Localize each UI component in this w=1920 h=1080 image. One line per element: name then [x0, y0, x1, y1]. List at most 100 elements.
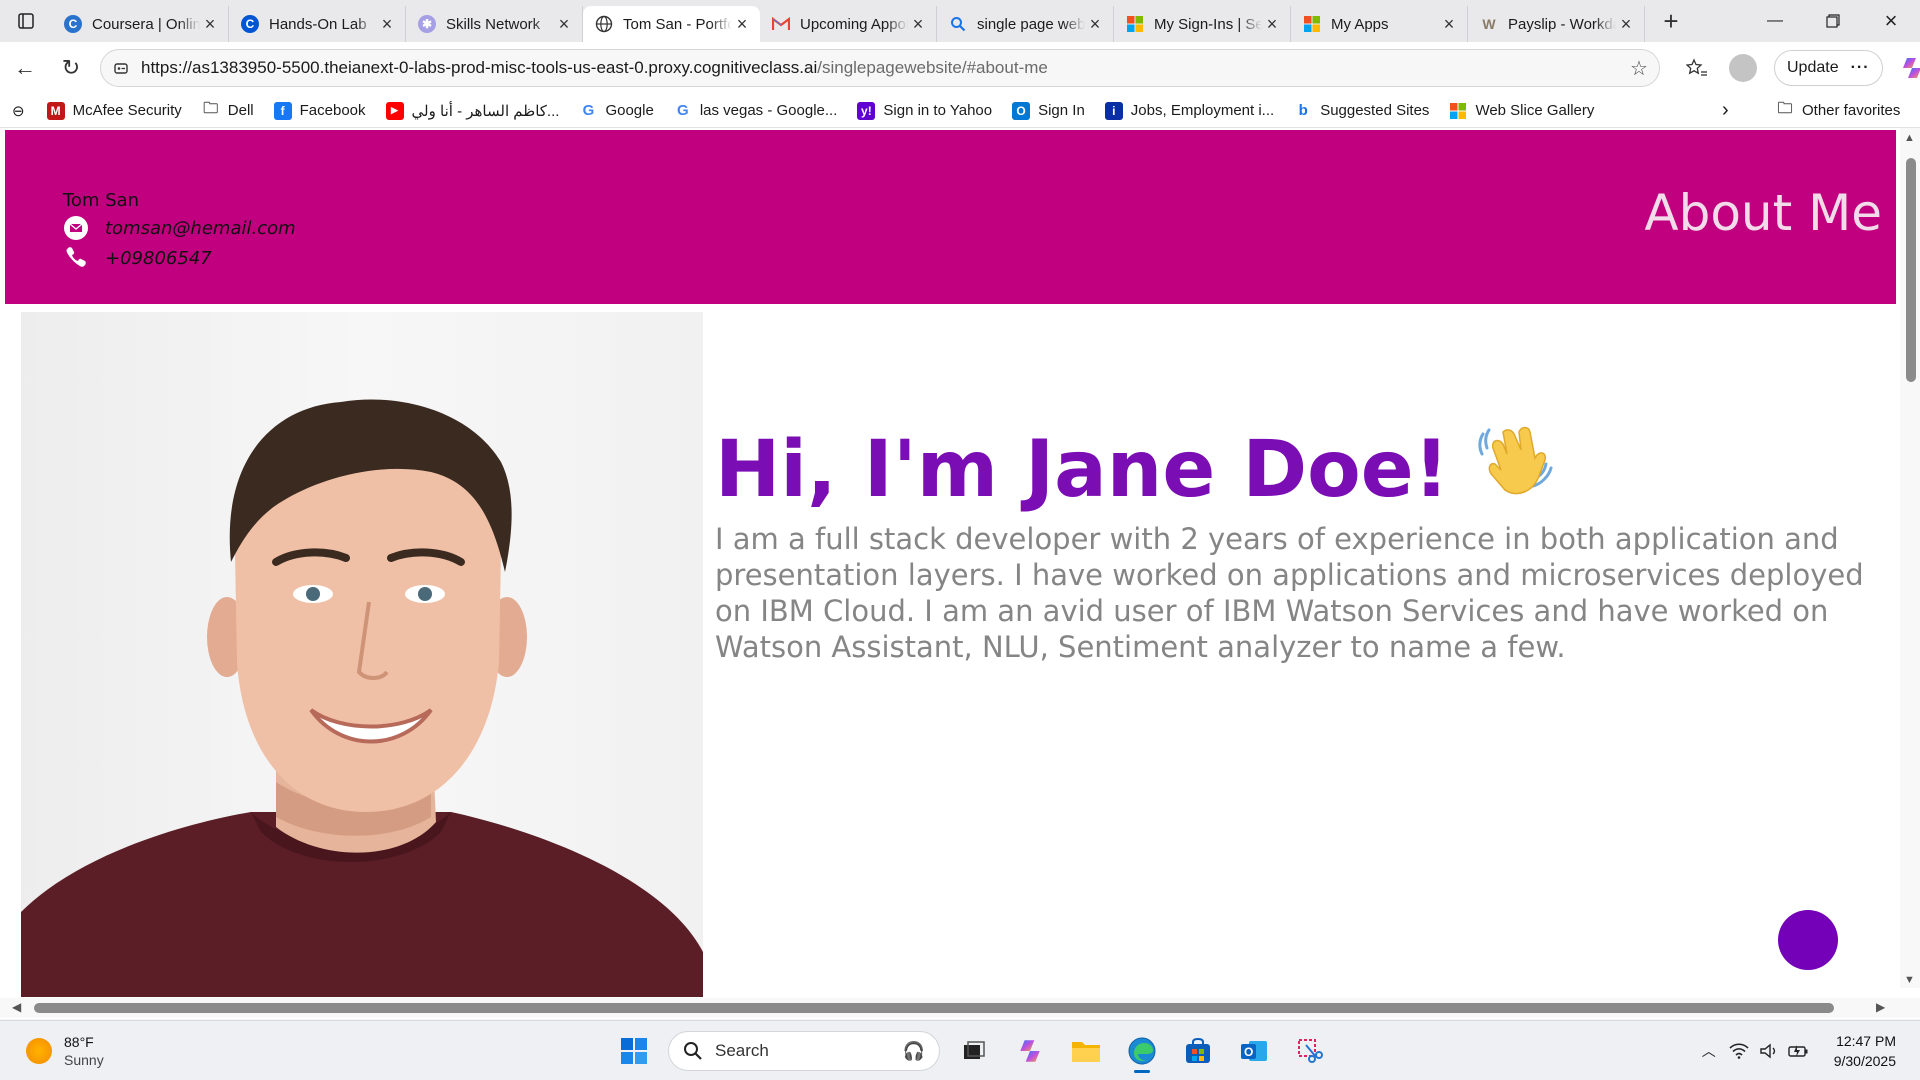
close-icon[interactable]: ×: [554, 14, 574, 34]
copilot-button[interactable]: [1889, 48, 1920, 88]
battery-icon[interactable]: [1784, 1043, 1814, 1059]
scroll-right-icon[interactable]: ▶: [1876, 1000, 1885, 1014]
snipping-tool-button[interactable]: [1286, 1029, 1334, 1073]
site-info-icon[interactable]: [101, 60, 141, 76]
header-phone-link[interactable]: +09806547: [105, 248, 212, 269]
tab-payslip-workday[interactable]: W Payslip - Workday ×: [1468, 6, 1645, 42]
back-arrow-icon: ←: [14, 55, 36, 80]
favorite-mcafee[interactable]: M McAfee Security: [37, 96, 192, 126]
collections-button[interactable]: ⊖: [0, 96, 37, 126]
youtube-icon: ▶: [385, 101, 404, 120]
favorite-label: كاظم الساهر - أنا ولي...: [411, 102, 560, 120]
horizontal-scroll-thumb[interactable]: [34, 1003, 1834, 1013]
favorite-yahoo[interactable]: y! Sign in to Yahoo: [847, 96, 1002, 126]
floating-action-button[interactable]: [1778, 910, 1838, 970]
refresh-button[interactable]: ↻: [48, 48, 94, 88]
clock-time: 12:47 PM: [1836, 1033, 1896, 1049]
url-text: https://as1383950-5500.theianext-0-labs-…: [141, 58, 1619, 78]
google-icon: G: [582, 102, 595, 119]
favorites-overflow-button[interactable]: ›: [1712, 96, 1739, 126]
tab-actions-button[interactable]: [0, 0, 52, 42]
close-icon[interactable]: ×: [1616, 14, 1636, 34]
url-bar[interactable]: https://as1383950-5500.theianext-0-labs-…: [100, 49, 1660, 87]
profile-button[interactable]: [1720, 48, 1766, 88]
close-icon[interactable]: ×: [908, 14, 928, 34]
tab-skills-network[interactable]: ✱ Skills Network ×: [406, 6, 583, 42]
close-icon[interactable]: ×: [377, 14, 397, 34]
scroll-up-icon[interactable]: ▲: [1904, 132, 1915, 144]
tab-my-sign-ins[interactable]: My Sign-Ins | Security ×: [1114, 6, 1291, 42]
windows-taskbar: 88°F Sunny Search 🎧 O ︿ 12:47 PM 9/30/20…: [0, 1020, 1920, 1080]
tab-tom-san-portfolio[interactable]: Tom San - Portfolio ×: [583, 6, 760, 42]
taskbar-apps: Search 🎧 O: [606, 1029, 1338, 1073]
edge-button[interactable]: [1118, 1029, 1166, 1073]
tab-my-apps[interactable]: My Apps ×: [1291, 6, 1468, 42]
favorite-google[interactable]: G Google: [569, 96, 663, 126]
tab-upcoming-appointments[interactable]: Upcoming Appointments ×: [760, 6, 937, 42]
refresh-icon: ↻: [61, 55, 81, 80]
wifi-icon[interactable]: [1724, 1043, 1754, 1059]
restore-button[interactable]: [1804, 0, 1862, 42]
favorite-suggested-sites[interactable]: b Suggested Sites: [1284, 96, 1439, 126]
scroll-left-icon[interactable]: ◀: [12, 1000, 21, 1014]
microsoft-icon: [1126, 15, 1144, 33]
favorites-button[interactable]: [1674, 48, 1720, 88]
search-icon: [684, 1042, 702, 1060]
tab-single-page-website[interactable]: single page website ×: [937, 6, 1114, 42]
favorite-youtube[interactable]: ▶ كاظم الساهر - أنا ولي...: [376, 96, 570, 126]
tab-label: Tom San - Portfolio: [623, 15, 732, 33]
bing-icon: b: [1298, 102, 1308, 119]
favorite-jobs[interactable]: i Jobs, Employment i...: [1095, 96, 1284, 126]
horizontal-scrollbar[interactable]: ◀ ▶: [0, 998, 1920, 1018]
update-button[interactable]: Update ···: [1774, 50, 1883, 86]
favorite-dell[interactable]: 🗀 Dell: [192, 96, 264, 126]
volume-icon[interactable]: [1754, 1043, 1784, 1059]
back-button[interactable]: ←: [2, 48, 48, 88]
favorite-facebook[interactable]: f Facebook: [264, 96, 376, 126]
favorite-star-icon[interactable]: ☆: [1619, 56, 1659, 81]
tab-label: Coursera | Online Courses: [92, 15, 200, 33]
browser-tab-bar: C Coursera | Online Courses × C Hands-On…: [0, 0, 1920, 42]
new-tab-button[interactable]: +: [1651, 3, 1691, 39]
restore-icon: [1826, 14, 1840, 28]
email-icon: [63, 214, 93, 242]
favorite-las-vegas[interactable]: Glas vegas - Google...: [664, 96, 848, 126]
header-email-link[interactable]: tomsan@hemail.com: [105, 218, 296, 239]
other-favorites[interactable]: 🗀 Other favorites: [1766, 96, 1910, 126]
file-explorer-button[interactable]: [1062, 1029, 1110, 1073]
minimize-button[interactable]: —: [1746, 0, 1804, 42]
vertical-scroll-thumb[interactable]: [1906, 158, 1916, 382]
section-title: About Me: [1644, 184, 1882, 242]
outlook-button[interactable]: O: [1230, 1029, 1278, 1073]
weather-condition: Sunny: [64, 1052, 104, 1068]
tab-label: Upcoming Appointments: [800, 15, 908, 33]
vertical-scrollbar[interactable]: ▲ ▼: [1900, 128, 1920, 988]
copilot-icon: [1020, 1040, 1040, 1062]
close-window-button[interactable]: ×: [1862, 0, 1920, 42]
weather-widget[interactable]: 88°F Sunny: [26, 1033, 104, 1069]
favorite-sign-in[interactable]: O Sign In: [1002, 96, 1095, 126]
store-button[interactable]: [1174, 1029, 1222, 1073]
favorite-label: Jobs, Employment i...: [1130, 102, 1275, 119]
copilot-app-button[interactable]: [1006, 1029, 1054, 1073]
sun-icon: [26, 1038, 52, 1064]
close-icon[interactable]: ×: [1085, 14, 1105, 34]
close-icon[interactable]: ×: [1262, 14, 1282, 34]
facebook-icon: f: [273, 101, 292, 120]
scroll-down-icon[interactable]: ▼: [1904, 974, 1915, 986]
clock-date: 9/30/2025: [1833, 1053, 1896, 1069]
tab-label: single page website: [977, 15, 1085, 33]
task-view-button[interactable]: [950, 1029, 998, 1073]
tab-coursera[interactable]: C Coursera | Online Courses ×: [52, 6, 229, 42]
favorite-web-slice-gallery[interactable]: Web Slice Gallery: [1439, 96, 1604, 126]
close-icon[interactable]: ×: [200, 14, 220, 34]
workday-icon: W: [1482, 16, 1496, 32]
taskbar-search[interactable]: Search 🎧: [668, 1031, 940, 1071]
chevron-up-icon[interactable]: ︿: [1694, 1041, 1724, 1061]
clock[interactable]: 12:47 PM 9/30/2025: [1834, 1031, 1896, 1071]
close-icon[interactable]: ×: [1439, 14, 1459, 34]
tab-hands-on-lab[interactable]: C Hands-On Lab ×: [229, 6, 406, 42]
close-icon[interactable]: ×: [732, 14, 752, 34]
start-button[interactable]: [610, 1029, 658, 1073]
globe-icon: [595, 15, 613, 33]
